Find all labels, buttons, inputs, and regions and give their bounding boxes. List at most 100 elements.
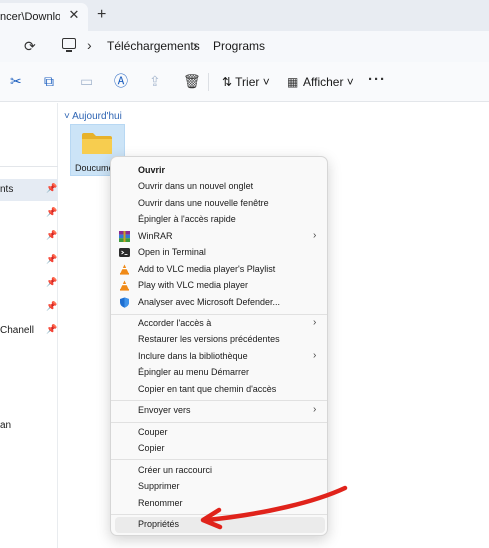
nav-item[interactable]: 📌 <box>0 203 58 225</box>
nav-item[interactable]: 📌 <box>0 297 58 319</box>
menu-item-cut[interactable]: Couper <box>111 425 327 441</box>
menu-item-label: Ouvrir <box>138 165 166 175</box>
menu-item-label: Épingler au menu Démarrer <box>138 367 250 377</box>
menu-item-label: Supprimer <box>138 481 180 491</box>
address-bar: ⟳ › Téléchargements › Programs <box>0 31 489 62</box>
share-icon[interactable]: ⇪ <box>149 74 161 88</box>
menu-item-label: Copier en tant que chemin d'accès <box>138 384 277 394</box>
menu-item-label: Open in Terminal <box>138 247 206 257</box>
menu-item-include-library[interactable]: Inclure dans la bibliothèque › <box>111 349 327 365</box>
menu-separator <box>111 314 327 315</box>
nav-item[interactable]: Chanell 📌 <box>0 320 58 342</box>
nav-item-label: Chanell <box>0 325 34 336</box>
chevron-right-icon[interactable]: › <box>87 37 92 53</box>
menu-item-label: Restaurer les versions précédentes <box>138 334 280 344</box>
rename-icon[interactable]: Ⓐ <box>114 74 128 88</box>
this-pc-icon[interactable] <box>62 38 76 52</box>
nav-item-label: an <box>0 420 12 431</box>
submenu-arrow-icon: › <box>313 404 317 415</box>
copy-icon[interactable]: ⧉ <box>44 74 54 88</box>
menu-item-give-access[interactable]: Accorder l'accès à › <box>111 316 327 332</box>
menu-item-winrar[interactable]: WinRAR › <box>111 229 327 245</box>
menu-item-send-to[interactable]: Envoyer vers › <box>111 403 327 419</box>
toolbar-divider <box>208 73 209 91</box>
defender-icon <box>120 297 129 308</box>
pin-icon: 📌 <box>46 301 58 311</box>
menu-item-label: Renommer <box>138 498 183 508</box>
pin-icon: 📌 <box>46 324 58 334</box>
nav-item[interactable]: 📌 <box>0 250 58 272</box>
view-icon[interactable]: ▦ <box>287 75 298 89</box>
menu-item-vlc-playlist[interactable]: Add to VLC media player's Playlist <box>111 262 327 278</box>
pin-icon: 📌 <box>46 277 58 287</box>
folder-icon <box>82 133 112 154</box>
menu-item-label: Add to VLC media player's Playlist <box>138 264 276 274</box>
menu-item-defender-scan[interactable]: Analyser avec Microsoft Defender... <box>111 295 327 311</box>
nav-item[interactable]: 📌 <box>0 226 58 248</box>
tab-title: ncer\Downloa <box>0 11 60 23</box>
menu-separator <box>111 459 327 460</box>
menu-item-copy-path[interactable]: Copier en tant que chemin d'accès <box>111 382 327 398</box>
menu-item-label: Play with VLC media player <box>138 280 249 290</box>
menu-item-label: Couper <box>138 427 168 437</box>
menu-item-copy[interactable]: Copier <box>111 441 327 457</box>
menu-separator <box>111 422 327 423</box>
folder-name: Doucume <box>75 163 113 173</box>
command-bar: ✂ ⧉ ▭ Ⓐ ⇪ 🗑 ⇅ Trier ˅ ▦ Afficher ˅ ··· <box>0 62 489 102</box>
sort-button[interactable]: ⇅ Trier ˅ <box>222 75 270 89</box>
tab-downloads[interactable]: ncer\Downloa ✕ <box>0 3 88 31</box>
menu-item-label: Inclure dans la bibliothèque <box>138 351 248 361</box>
paste-icon[interactable]: ▭ <box>80 74 93 88</box>
menu-item-label: Analyser avec Microsoft Defender... <box>138 297 281 307</box>
pin-icon: 📌 <box>46 207 58 217</box>
menu-item-ouvrir[interactable]: Ouvrir <box>111 163 327 179</box>
breadcrumb-telechargements[interactable]: Téléchargements <box>107 39 200 53</box>
context-menu: Ouvrir Ouvrir dans un nouvel onglet Ouvr… <box>110 156 328 536</box>
close-tab-icon[interactable]: ✕ <box>67 8 81 22</box>
submenu-arrow-icon: › <box>313 230 317 241</box>
pin-icon: 📌 <box>46 254 58 264</box>
menu-item-label: WinRAR <box>138 231 173 241</box>
menu-item-label: Accorder l'accès à <box>138 318 212 328</box>
menu-item-label: Créer un raccourci <box>138 465 213 475</box>
nav-divider <box>0 166 58 167</box>
menu-item-open-new-tab[interactable]: Ouvrir dans un nouvel onglet <box>111 179 327 195</box>
pin-icon: 📌 <box>46 183 58 193</box>
menu-separator <box>111 400 327 401</box>
nav-item[interactable]: an <box>0 415 58 437</box>
tab-bar: ncer\Downloa ✕ + <box>0 0 489 31</box>
nav-item[interactable]: nts 📌 <box>0 179 58 201</box>
delete-icon[interactable]: 🗑 <box>183 74 201 88</box>
nav-item[interactable]: 📌 <box>0 273 58 295</box>
menu-item-label: Copier <box>138 443 165 453</box>
vlc-icon <box>120 264 129 275</box>
submenu-arrow-icon: › <box>313 350 317 361</box>
menu-item-label: Épingler à l'accès rapide <box>138 214 236 224</box>
menu-item-pin-start[interactable]: Épingler au menu Démarrer <box>111 365 327 381</box>
winrar-icon <box>119 231 130 242</box>
view-button[interactable]: Afficher ˅ <box>303 75 354 89</box>
more-options-icon[interactable]: ··· <box>368 71 386 88</box>
cut-icon[interactable]: ✂ <box>10 74 22 88</box>
menu-item-pin-quick-access[interactable]: Épingler à l'accès rapide <box>111 212 327 228</box>
new-tab-icon[interactable]: + <box>97 7 106 23</box>
menu-item-label: Ouvrir dans un nouvel onglet <box>138 181 254 191</box>
menu-item-vlc-play[interactable]: Play with VLC media player <box>111 278 327 294</box>
menu-item-label: Propriétés <box>138 519 180 529</box>
refresh-icon[interactable]: ⟳ <box>24 38 36 55</box>
submenu-arrow-icon: › <box>313 317 317 328</box>
annotation-arrow-icon <box>200 485 348 530</box>
menu-item-open-new-window[interactable]: Ouvrir dans une nouvelle fenêtre <box>111 196 327 212</box>
terminal-icon <box>119 248 130 257</box>
menu-item-create-shortcut[interactable]: Créer un raccourci <box>111 463 327 479</box>
breadcrumb-programs[interactable]: Programs <box>213 39 265 53</box>
menu-item-open-terminal[interactable]: Open in Terminal <box>111 245 327 261</box>
menu-item-restore-versions[interactable]: Restaurer les versions précédentes <box>111 332 327 348</box>
chevron-right-icon[interactable]: › <box>193 37 198 53</box>
nav-item-label: nts <box>0 184 14 195</box>
vlc-icon <box>120 280 129 291</box>
menu-item-label: Envoyer vers <box>138 405 191 415</box>
menu-item-label: Ouvrir dans une nouvelle fenêtre <box>138 198 269 208</box>
group-header-today[interactable]: ˅ Aujourd'hui <box>64 111 122 122</box>
pin-icon: 📌 <box>46 230 58 240</box>
